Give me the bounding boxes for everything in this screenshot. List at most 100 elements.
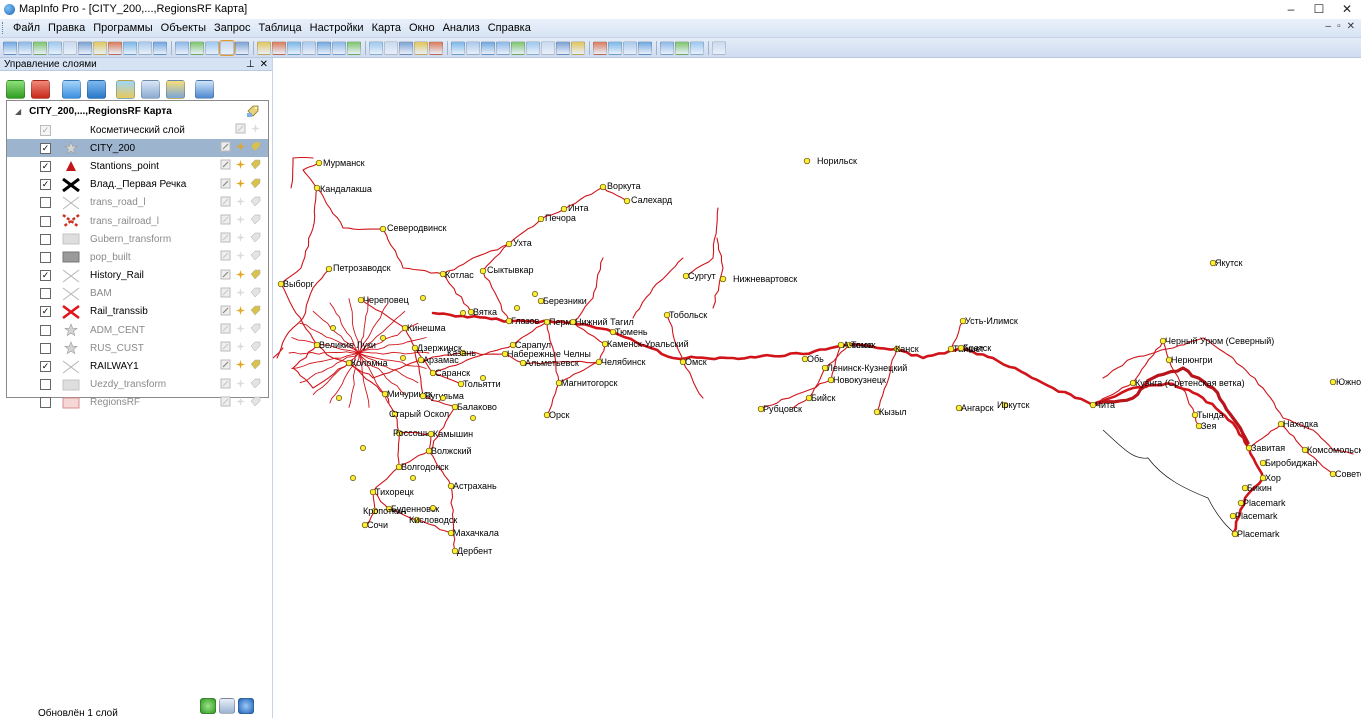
- menu-settings[interactable]: Настройки: [306, 22, 368, 34]
- chart-tool-icon[interactable]: [414, 40, 428, 55]
- city-point[interactable]: [560, 205, 568, 213]
- pan-tool-icon[interactable]: [219, 39, 235, 56]
- label-visibility-icon[interactable]: [250, 378, 261, 389]
- refresh-icon[interactable]: [200, 698, 216, 714]
- city-point[interactable]: [410, 475, 416, 481]
- browser-tool-icon[interactable]: [347, 40, 361, 55]
- polygon-draw-tool-icon[interactable]: [541, 40, 555, 55]
- label-visibility-icon[interactable]: [250, 323, 261, 334]
- editable-icon[interactable]: [220, 141, 231, 152]
- layer-visibility-checkbox[interactable]: ✓: [40, 270, 51, 282]
- layer-visibility-checkbox[interactable]: [40, 324, 51, 336]
- circle-tool-icon[interactable]: [496, 40, 510, 55]
- layer-visibility-checkbox[interactable]: [40, 342, 51, 354]
- graph-tool-icon[interactable]: [93, 40, 107, 55]
- label-visibility-icon[interactable]: [250, 287, 261, 298]
- zoom-out-tool-icon[interactable]: [190, 40, 204, 55]
- layer-row[interactable]: BAM: [7, 285, 268, 303]
- layer-settings-icon[interactable]: [141, 79, 160, 99]
- minimize-button[interactable]: –: [1277, 0, 1305, 18]
- city-point[interactable]: [514, 305, 520, 311]
- label-visibility-icon[interactable]: [250, 196, 261, 207]
- layer-row[interactable]: Gubern_transform: [7, 230, 268, 248]
- menu-programs[interactable]: Программы: [89, 22, 156, 34]
- move-down-icon[interactable]: [87, 79, 106, 99]
- layer-row[interactable]: trans_road_l: [7, 194, 268, 212]
- layer-row[interactable]: RUS_CUST: [7, 339, 268, 357]
- layer-row[interactable]: trans_railroad_l: [7, 212, 268, 230]
- flag-tool-icon[interactable]: [608, 40, 622, 55]
- layer-row[interactable]: ADM_CENT: [7, 321, 268, 339]
- mdi-minimize-button[interactable]: –: [1326, 21, 1332, 32]
- city-point[interactable]: [315, 159, 323, 167]
- city-point[interactable]: [480, 375, 486, 381]
- editable-icon[interactable]: [220, 305, 231, 316]
- rectangle-tool-icon[interactable]: [511, 40, 525, 55]
- selectable-icon[interactable]: [235, 323, 246, 334]
- layer-row[interactable]: ✓ History_Rail: [7, 267, 268, 285]
- remove-layer-icon[interactable]: [31, 79, 50, 99]
- city-point[interactable]: [330, 325, 336, 331]
- label-visibility-icon[interactable]: [250, 232, 261, 243]
- panel-close-icon[interactable]: ✕: [260, 59, 268, 70]
- city-point[interactable]: [532, 291, 538, 297]
- radius-tool-icon[interactable]: [33, 40, 47, 55]
- editable-icon[interactable]: [220, 378, 231, 389]
- text-tool-icon[interactable]: [556, 40, 570, 55]
- menu-query[interactable]: Запрос: [210, 22, 254, 34]
- layer-visibility-checkbox[interactable]: ✓: [40, 179, 51, 191]
- layer-row[interactable]: ✓ CITY_200: [7, 139, 268, 158]
- window-tool-icon[interactable]: [369, 40, 383, 55]
- help-icon[interactable]: [238, 698, 254, 714]
- label-tool-icon[interactable]: [108, 40, 122, 55]
- menu-map[interactable]: Карта: [368, 22, 405, 34]
- legend-tool-icon[interactable]: [153, 40, 167, 55]
- map-canvas[interactable]: Мурманск Кандалакша Норильск Воркута Салехар…: [273, 58, 1361, 718]
- selectable-icon[interactable]: [250, 123, 261, 134]
- selectable-icon[interactable]: [235, 196, 246, 207]
- symbol-tool-icon[interactable]: [593, 40, 607, 55]
- city-point[interactable]: [479, 267, 487, 275]
- editable-icon[interactable]: [220, 214, 231, 225]
- hotlink-tool-icon[interactable]: [235, 40, 249, 55]
- mdi-restore-button[interactable]: ▫: [1337, 21, 1341, 32]
- label-visibility-icon[interactable]: [250, 305, 261, 316]
- selectable-icon[interactable]: [235, 378, 246, 389]
- selectable-icon[interactable]: [235, 159, 246, 170]
- editable-icon[interactable]: [220, 323, 231, 334]
- label-visibility-icon[interactable]: [250, 141, 261, 152]
- selectable-icon[interactable]: [235, 250, 246, 261]
- city-point[interactable]: [380, 335, 386, 341]
- city-point[interactable]: [719, 275, 727, 283]
- city-point[interactable]: [313, 184, 321, 192]
- marquee-tool-icon[interactable]: [18, 40, 32, 55]
- selectable-icon[interactable]: [235, 269, 246, 280]
- invert-tool-icon[interactable]: [78, 40, 92, 55]
- layer-visibility-checkbox[interactable]: ✓: [40, 142, 51, 154]
- label-visibility-icon[interactable]: [250, 178, 261, 189]
- label-visibility-icon[interactable]: [250, 396, 261, 407]
- selectable-icon[interactable]: [235, 287, 246, 298]
- editable-icon[interactable]: [220, 232, 231, 243]
- city-point[interactable]: [460, 310, 466, 316]
- menu-window[interactable]: Окно: [405, 22, 439, 34]
- city-point[interactable]: [350, 475, 356, 481]
- city-point[interactable]: [360, 445, 366, 451]
- polygon-tool-icon[interactable]: [48, 40, 62, 55]
- selectable-icon[interactable]: [235, 305, 246, 316]
- menu-help[interactable]: Справка: [484, 22, 535, 34]
- city-point[interactable]: [623, 197, 631, 205]
- zoom-layer-icon[interactable]: [195, 79, 214, 99]
- redraw-tool-icon[interactable]: [384, 40, 398, 55]
- graph2-tool-icon[interactable]: [675, 40, 689, 55]
- map-label-icon[interactable]: [246, 104, 260, 118]
- editable-icon[interactable]: [235, 123, 246, 134]
- layer-visibility-checkbox[interactable]: [40, 251, 51, 263]
- label-visibility-icon[interactable]: [250, 159, 261, 170]
- city-point[interactable]: [1329, 378, 1337, 386]
- editable-icon[interactable]: [220, 287, 231, 298]
- stats-tool-icon[interactable]: [317, 40, 331, 55]
- layer-visibility-checkbox[interactable]: [40, 215, 51, 227]
- layer-properties-icon[interactable]: [116, 79, 135, 99]
- export-tool-icon[interactable]: [660, 40, 674, 55]
